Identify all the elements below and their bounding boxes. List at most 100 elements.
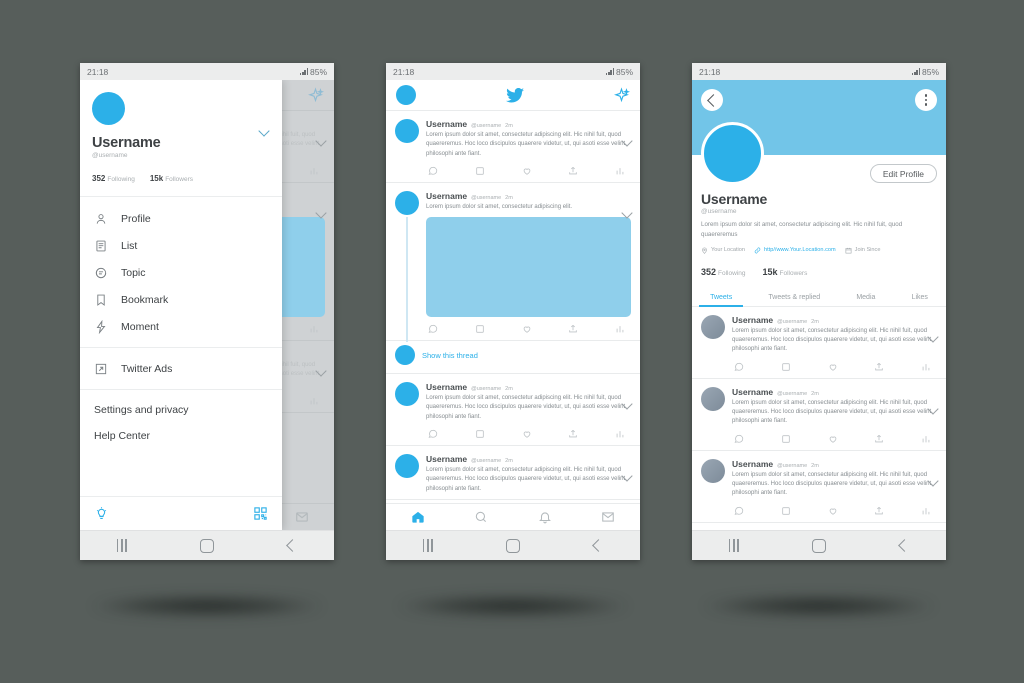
retweet-icon[interactable] <box>475 324 485 334</box>
home-button-icon[interactable] <box>200 538 215 553</box>
analytics-icon[interactable] <box>615 166 625 176</box>
share-icon[interactable] <box>874 434 884 444</box>
search-icon[interactable] <box>474 510 488 524</box>
like-icon[interactable] <box>828 434 838 444</box>
drawer-link-help[interactable]: Help Center <box>80 423 282 449</box>
avatar[interactable] <box>395 454 419 479</box>
tweet-media[interactable] <box>426 217 631 318</box>
tab-likes[interactable]: Likes <box>893 288 946 306</box>
avatar[interactable] <box>701 122 764 185</box>
more-options-icon[interactable] <box>915 89 937 111</box>
recents-icon[interactable] <box>116 539 127 552</box>
show-thread-row[interactable]: Show this thread <box>386 341 640 375</box>
analytics-icon[interactable] <box>309 396 319 406</box>
tweet-card[interactable]: Username @username 2m Lorem ipsum dolor … <box>692 378 946 451</box>
following-stat[interactable]: 352 Following <box>701 262 746 280</box>
retweet-icon[interactable] <box>781 506 791 516</box>
tweet-body: Username @username 2m Lorem ipsum dolor … <box>732 459 937 517</box>
recents-icon[interactable] <box>422 539 433 552</box>
tweet-card[interactable]: Username @username 2m Lorem ipsum dolor … <box>386 182 640 343</box>
reply-icon[interactable] <box>428 324 438 334</box>
avatar[interactable] <box>396 85 416 105</box>
avatar[interactable] <box>395 190 419 215</box>
tab-media[interactable]: Media <box>838 288 893 306</box>
reply-icon[interactable] <box>734 434 744 444</box>
share-icon[interactable] <box>568 429 578 439</box>
followers-stat[interactable]: 15k Followers <box>150 168 193 186</box>
show-thread-link[interactable]: Show this thread <box>422 351 478 360</box>
messages-icon[interactable] <box>295 510 309 524</box>
back-button-icon[interactable] <box>592 539 605 552</box>
tweet-card[interactable]: Username @username 2m Lorem ipsum dolor … <box>386 374 640 447</box>
drawer-item-moment[interactable]: Moment <box>80 313 282 340</box>
status-right: 85% <box>605 67 633 77</box>
avatar[interactable] <box>92 92 125 125</box>
followers-label: Followers <box>165 176 193 183</box>
avatar[interactable] <box>701 314 725 339</box>
analytics-icon[interactable] <box>309 166 319 176</box>
notifications-icon[interactable] <box>538 510 552 524</box>
share-icon[interactable] <box>568 324 578 334</box>
link-icon <box>754 247 761 254</box>
recents-icon[interactable] <box>728 539 739 552</box>
messages-icon[interactable] <box>601 510 615 524</box>
avatar[interactable] <box>395 382 419 407</box>
tab-tweets-replied[interactable]: Tweets & replied <box>750 288 838 306</box>
avatar[interactable] <box>395 119 419 143</box>
profile-website[interactable]: http//www.Your.Location.com <box>754 247 836 254</box>
back-arrow-icon[interactable] <box>701 89 723 111</box>
followers-stat[interactable]: 15k Followers <box>763 262 808 280</box>
analytics-icon[interactable] <box>615 429 625 439</box>
back-button-icon[interactable] <box>286 539 299 552</box>
qr-code-icon[interactable] <box>253 506 268 521</box>
avatar[interactable] <box>395 345 415 366</box>
share-icon[interactable] <box>568 166 578 176</box>
tweet-header: Username @username 2m <box>732 315 937 325</box>
tweet-card[interactable]: Username @username 2m Lorem ipsum dolor … <box>692 306 946 379</box>
tweet-card[interactable]: Username @username 2m Lorem ipsum dolor … <box>692 450 946 523</box>
retweet-icon[interactable] <box>475 166 485 176</box>
analytics-icon[interactable] <box>615 324 625 334</box>
drawer-link-settings[interactable]: Settings and privacy <box>80 397 282 423</box>
sparkle-icon[interactable] <box>307 86 325 104</box>
drawer-item-topic[interactable]: Topic <box>80 259 282 286</box>
tweet-card[interactable]: Username @username 2m Lorem ipsum dolor … <box>386 111 640 183</box>
retweet-icon[interactable] <box>781 362 791 372</box>
following-stat[interactable]: 352 Following <box>92 168 135 186</box>
avatar[interactable] <box>701 458 725 483</box>
reply-icon[interactable] <box>428 429 438 439</box>
retweet-icon[interactable] <box>781 434 791 444</box>
like-icon[interactable] <box>828 362 838 372</box>
analytics-icon[interactable] <box>921 362 931 372</box>
share-icon[interactable] <box>874 506 884 516</box>
following-count: 352 <box>92 174 106 183</box>
drawer-item-profile[interactable]: Profile <box>80 205 282 232</box>
back-button-icon[interactable] <box>898 539 911 552</box>
tab-tweets[interactable]: Tweets <box>692 288 750 307</box>
edit-profile-button[interactable]: Edit Profile <box>869 164 937 183</box>
home-icon[interactable] <box>411 510 425 524</box>
retweet-icon[interactable] <box>475 429 485 439</box>
reply-icon[interactable] <box>428 166 438 176</box>
home-button-icon[interactable] <box>506 538 521 553</box>
analytics-icon[interactable] <box>921 434 931 444</box>
like-icon[interactable] <box>522 429 532 439</box>
drawer-item-list[interactable]: List <box>80 232 282 259</box>
sparkle-icon[interactable] <box>613 86 631 104</box>
analytics-icon[interactable] <box>921 506 931 516</box>
like-icon[interactable] <box>828 506 838 516</box>
reply-icon[interactable] <box>734 362 744 372</box>
like-icon[interactable] <box>522 324 532 334</box>
drawer-item-twitter-ads[interactable]: Twitter Ads <box>80 355 282 382</box>
thread-connector <box>406 216 408 343</box>
lightbulb-icon[interactable] <box>94 506 109 521</box>
drawer-item-bookmark[interactable]: Bookmark <box>80 286 282 313</box>
share-icon[interactable] <box>874 362 884 372</box>
home-button-icon[interactable] <box>812 538 827 553</box>
tweet-body: Username @username 2m Lorem ipsum dolor … <box>732 387 937 445</box>
like-icon[interactable] <box>522 166 532 176</box>
analytics-icon[interactable] <box>309 324 319 334</box>
reply-icon[interactable] <box>734 506 744 516</box>
avatar[interactable] <box>701 386 725 411</box>
tweet-card[interactable]: Username @username 2m Lorem ipsum dolor … <box>386 446 640 500</box>
